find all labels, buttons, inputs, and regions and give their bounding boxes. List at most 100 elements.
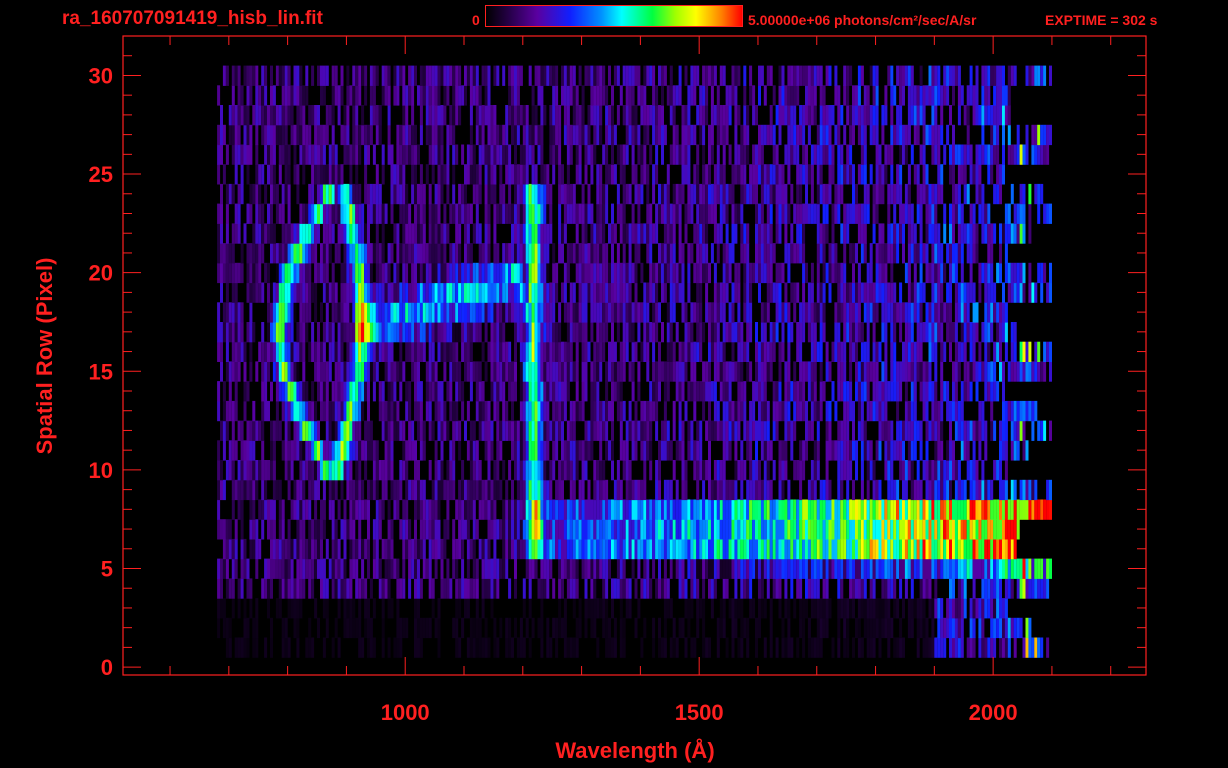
heatmap-cell — [540, 322, 544, 343]
heatmap-cell — [352, 598, 356, 619]
heatmap-cell — [910, 400, 914, 422]
heatmap-cell — [375, 440, 379, 461]
heatmap-cell — [1004, 223, 1008, 244]
heatmap-cell — [672, 460, 676, 481]
heatmap-cell — [684, 460, 688, 481]
heatmap-cell — [525, 262, 529, 284]
heatmap-cell — [978, 637, 982, 658]
heatmap-cell — [340, 203, 344, 224]
heatmap-cell — [464, 361, 467, 382]
heatmap-cell — [611, 322, 614, 343]
heatmap-cell — [1022, 578, 1026, 599]
heatmap-cell — [584, 440, 588, 461]
heatmap-cell — [396, 243, 400, 264]
heatmap-cell — [449, 262, 453, 284]
heatmap-cell — [978, 282, 982, 303]
heatmap-cell — [937, 420, 941, 441]
heatmap-cell — [381, 322, 385, 343]
heatmap-cell — [596, 322, 600, 343]
heatmap-cell — [537, 400, 541, 422]
heatmap-cell — [540, 617, 544, 639]
heatmap-cell — [928, 183, 932, 205]
heatmap-cell — [566, 302, 570, 323]
heatmap-cell — [793, 499, 797, 520]
heatmap-cell — [428, 538, 432, 560]
heatmap-cell — [922, 598, 926, 619]
heatmap-cell — [505, 361, 509, 382]
heatmap-cell — [352, 499, 356, 520]
heatmap-cell — [525, 183, 529, 205]
heatmap-cell — [358, 578, 362, 599]
heatmap-cell — [822, 262, 826, 284]
heatmap-cell — [893, 183, 897, 205]
heatmap-cell — [496, 361, 500, 382]
heatmap-cell — [763, 440, 767, 461]
heatmap-cell — [584, 381, 588, 402]
heatmap-cell — [405, 499, 409, 520]
heatmap-cell — [699, 322, 703, 343]
heatmap-cell — [519, 400, 523, 422]
heatmap-cell — [766, 558, 770, 579]
heatmap-cell — [540, 637, 544, 658]
heatmap-cell — [722, 420, 726, 441]
heatmap-cell — [569, 420, 573, 441]
heatmap-cell — [996, 538, 1000, 560]
heatmap-cell — [384, 440, 388, 461]
heatmap-cell — [278, 519, 282, 540]
heatmap-cell — [1022, 183, 1026, 205]
heatmap-cell — [678, 519, 682, 540]
heatmap-cell — [587, 262, 591, 284]
heatmap-cell — [367, 519, 370, 540]
heatmap-cell — [863, 361, 867, 382]
heatmap-cell — [728, 381, 732, 402]
heatmap-cell — [225, 519, 229, 540]
heatmap-cell — [781, 440, 785, 461]
heatmap-cell — [455, 558, 459, 579]
heatmap-cell — [1049, 203, 1052, 224]
heatmap-cell — [505, 538, 509, 560]
heatmap-cell — [461, 499, 465, 520]
heatmap-cell — [493, 341, 497, 362]
heatmap-cell — [458, 499, 462, 520]
heatmap-cell — [611, 538, 614, 560]
heatmap-cell — [540, 440, 544, 461]
heatmap-cell — [755, 361, 758, 382]
heatmap-cell — [663, 282, 667, 303]
heatmap-cell — [387, 538, 391, 560]
heatmap-cell — [284, 282, 288, 303]
heatmap-cell — [1022, 637, 1026, 658]
heatmap-cell — [225, 243, 229, 264]
heatmap-cell — [302, 479, 306, 501]
heatmap-cell — [834, 538, 838, 560]
heatmap-cell — [799, 322, 803, 343]
heatmap-cell — [925, 322, 929, 343]
heatmap-cell — [640, 183, 644, 205]
heatmap-cell — [414, 637, 417, 658]
heatmap-cell — [455, 637, 459, 658]
heatmap-cell — [531, 538, 535, 560]
heatmap-cell — [558, 519, 562, 540]
heatmap-cell — [396, 223, 400, 244]
heatmap-cell — [837, 558, 841, 579]
heatmap-cell — [419, 420, 423, 441]
heatmap-cell — [719, 361, 723, 382]
heatmap-cell — [1040, 578, 1044, 599]
heatmap-cell — [907, 302, 911, 323]
heatmap-cell — [831, 223, 835, 244]
heatmap-cell — [346, 617, 350, 639]
heatmap-cell — [922, 243, 926, 264]
heatmap-cell — [378, 322, 382, 343]
heatmap-cell — [728, 499, 732, 520]
heatmap-cell — [455, 361, 459, 382]
heatmap-cell — [243, 223, 247, 244]
heatmap-cell — [1046, 558, 1050, 579]
heatmap-cell — [1034, 479, 1038, 501]
heatmap-cell — [543, 578, 547, 599]
heatmap-cell — [349, 519, 353, 540]
heatmap-cell — [464, 223, 467, 244]
heatmap-cell — [749, 538, 753, 560]
heatmap-cell — [584, 519, 588, 540]
heatmap-cell — [899, 578, 903, 599]
heatmap-cell — [978, 341, 982, 362]
heatmap-cell — [346, 400, 350, 422]
